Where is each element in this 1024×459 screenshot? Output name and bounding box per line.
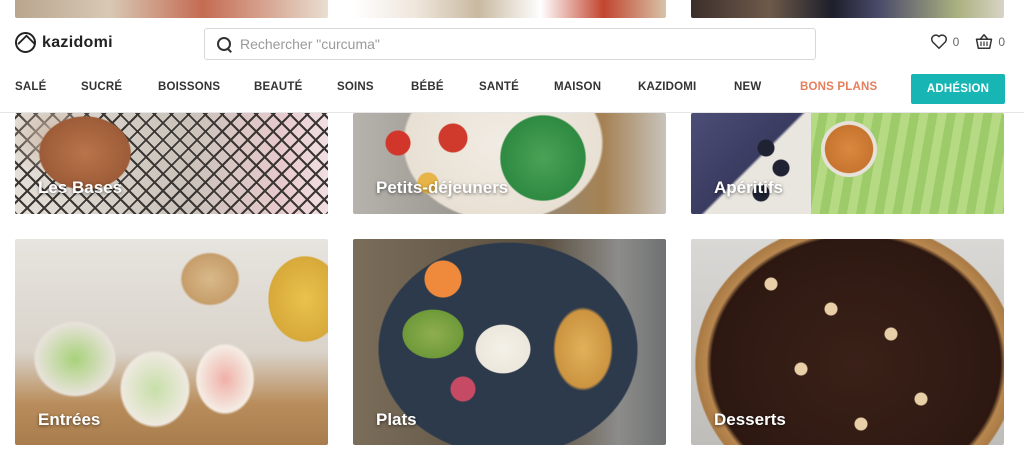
category-card-petits-dejeuners[interactable]: Petits-déjeuners bbox=[353, 113, 666, 214]
nav-item-beaute[interactable]: BEAUTÉ bbox=[254, 81, 302, 93]
wishlist-button[interactable]: 0 bbox=[930, 33, 960, 50]
wishlist-count: 0 bbox=[952, 34, 960, 49]
card-image-peek bbox=[353, 0, 666, 18]
search-bar bbox=[204, 28, 816, 60]
category-label: Entrées bbox=[38, 410, 101, 429]
nav-item-kazidomi[interactable]: KAZIDOMI bbox=[638, 81, 696, 93]
card-image-peek bbox=[15, 0, 328, 18]
logo-icon bbox=[15, 32, 36, 53]
category-label: Apéritifs bbox=[714, 178, 783, 197]
main-nav: SALÉ SUCRÉ BOISSONS BEAUTÉ SOINS BÉBÉ SA… bbox=[0, 74, 1024, 104]
search-input[interactable] bbox=[240, 36, 780, 52]
nav-item-bons-plans[interactable]: BONS PLANS bbox=[800, 81, 877, 93]
basket-icon bbox=[976, 34, 993, 49]
category-label: Desserts bbox=[714, 410, 786, 429]
category-card-desserts[interactable]: Desserts bbox=[691, 239, 1004, 445]
category-label: Les Bases bbox=[38, 178, 123, 197]
site-header: kazidomi 0 0 SALÉ SUCRÉ BOISSONS BEAUTÉ … bbox=[0, 18, 1024, 113]
join-button[interactable]: ADHÉSION bbox=[911, 74, 1005, 104]
brand-name: kazidomi bbox=[42, 33, 113, 51]
card-image-peek bbox=[691, 0, 1004, 18]
nav-item-new[interactable]: NEW bbox=[734, 81, 761, 93]
nav-item-sale[interactable]: SALÉ bbox=[15, 81, 46, 93]
category-card-entrees[interactable]: Entrées bbox=[15, 239, 328, 445]
category-card-plats[interactable]: Plats bbox=[353, 239, 666, 445]
logo[interactable]: kazidomi bbox=[15, 32, 113, 53]
nav-item-boissons[interactable]: BOISSONS bbox=[158, 81, 220, 93]
heart-icon bbox=[930, 34, 947, 49]
nav-item-sante[interactable]: SANTÉ bbox=[479, 81, 519, 93]
cart-count: 0 bbox=[998, 34, 1005, 49]
category-label: Plats bbox=[376, 410, 417, 429]
cart-button[interactable]: 0 bbox=[975, 33, 1005, 50]
nav-item-bebe[interactable]: BÉBÉ bbox=[411, 81, 444, 93]
nav-item-soins[interactable]: SOINS bbox=[337, 81, 374, 93]
category-label: Petits-déjeuners bbox=[376, 178, 509, 197]
category-card-aperitifs[interactable]: Apéritifs bbox=[691, 113, 1004, 214]
search-icon[interactable] bbox=[217, 36, 232, 52]
nav-item-sucre[interactable]: SUCRÉ bbox=[81, 81, 122, 93]
nav-item-maison[interactable]: MAISON bbox=[554, 81, 601, 93]
header-actions: 0 0 bbox=[930, 33, 1005, 50]
category-card-les-bases[interactable]: Les Bases bbox=[15, 113, 328, 214]
